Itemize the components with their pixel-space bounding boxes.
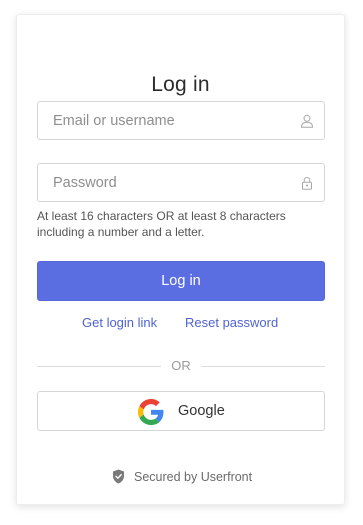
login-card: Log in At least 16 characters OR at leas… — [16, 14, 345, 505]
password-field[interactable] — [37, 163, 325, 202]
login-button[interactable]: Log in — [37, 261, 325, 301]
secured-footer: Secured by Userfront — [17, 469, 344, 485]
reset-password-link[interactable]: Reset password — [185, 315, 278, 330]
password-hint: At least 16 characters OR at least 8 cha… — [37, 209, 286, 239]
google-login-button[interactable]: Google — [37, 391, 325, 431]
google-logo-icon — [138, 399, 164, 425]
secured-by-text: Secured by Userfront — [134, 470, 253, 484]
lock-icon — [302, 176, 312, 190]
or-divider: OR — [37, 358, 325, 374]
password-input[interactable] — [38, 164, 324, 201]
email-input[interactable] — [38, 102, 324, 139]
page-title: Log in — [151, 73, 210, 96]
email-field[interactable] — [37, 101, 325, 140]
shield-check-icon — [113, 469, 124, 484]
google-button-label: Google — [178, 403, 225, 419]
divider-line-right — [201, 366, 325, 367]
get-login-link[interactable]: Get login link — [82, 315, 157, 330]
user-icon — [300, 114, 314, 128]
